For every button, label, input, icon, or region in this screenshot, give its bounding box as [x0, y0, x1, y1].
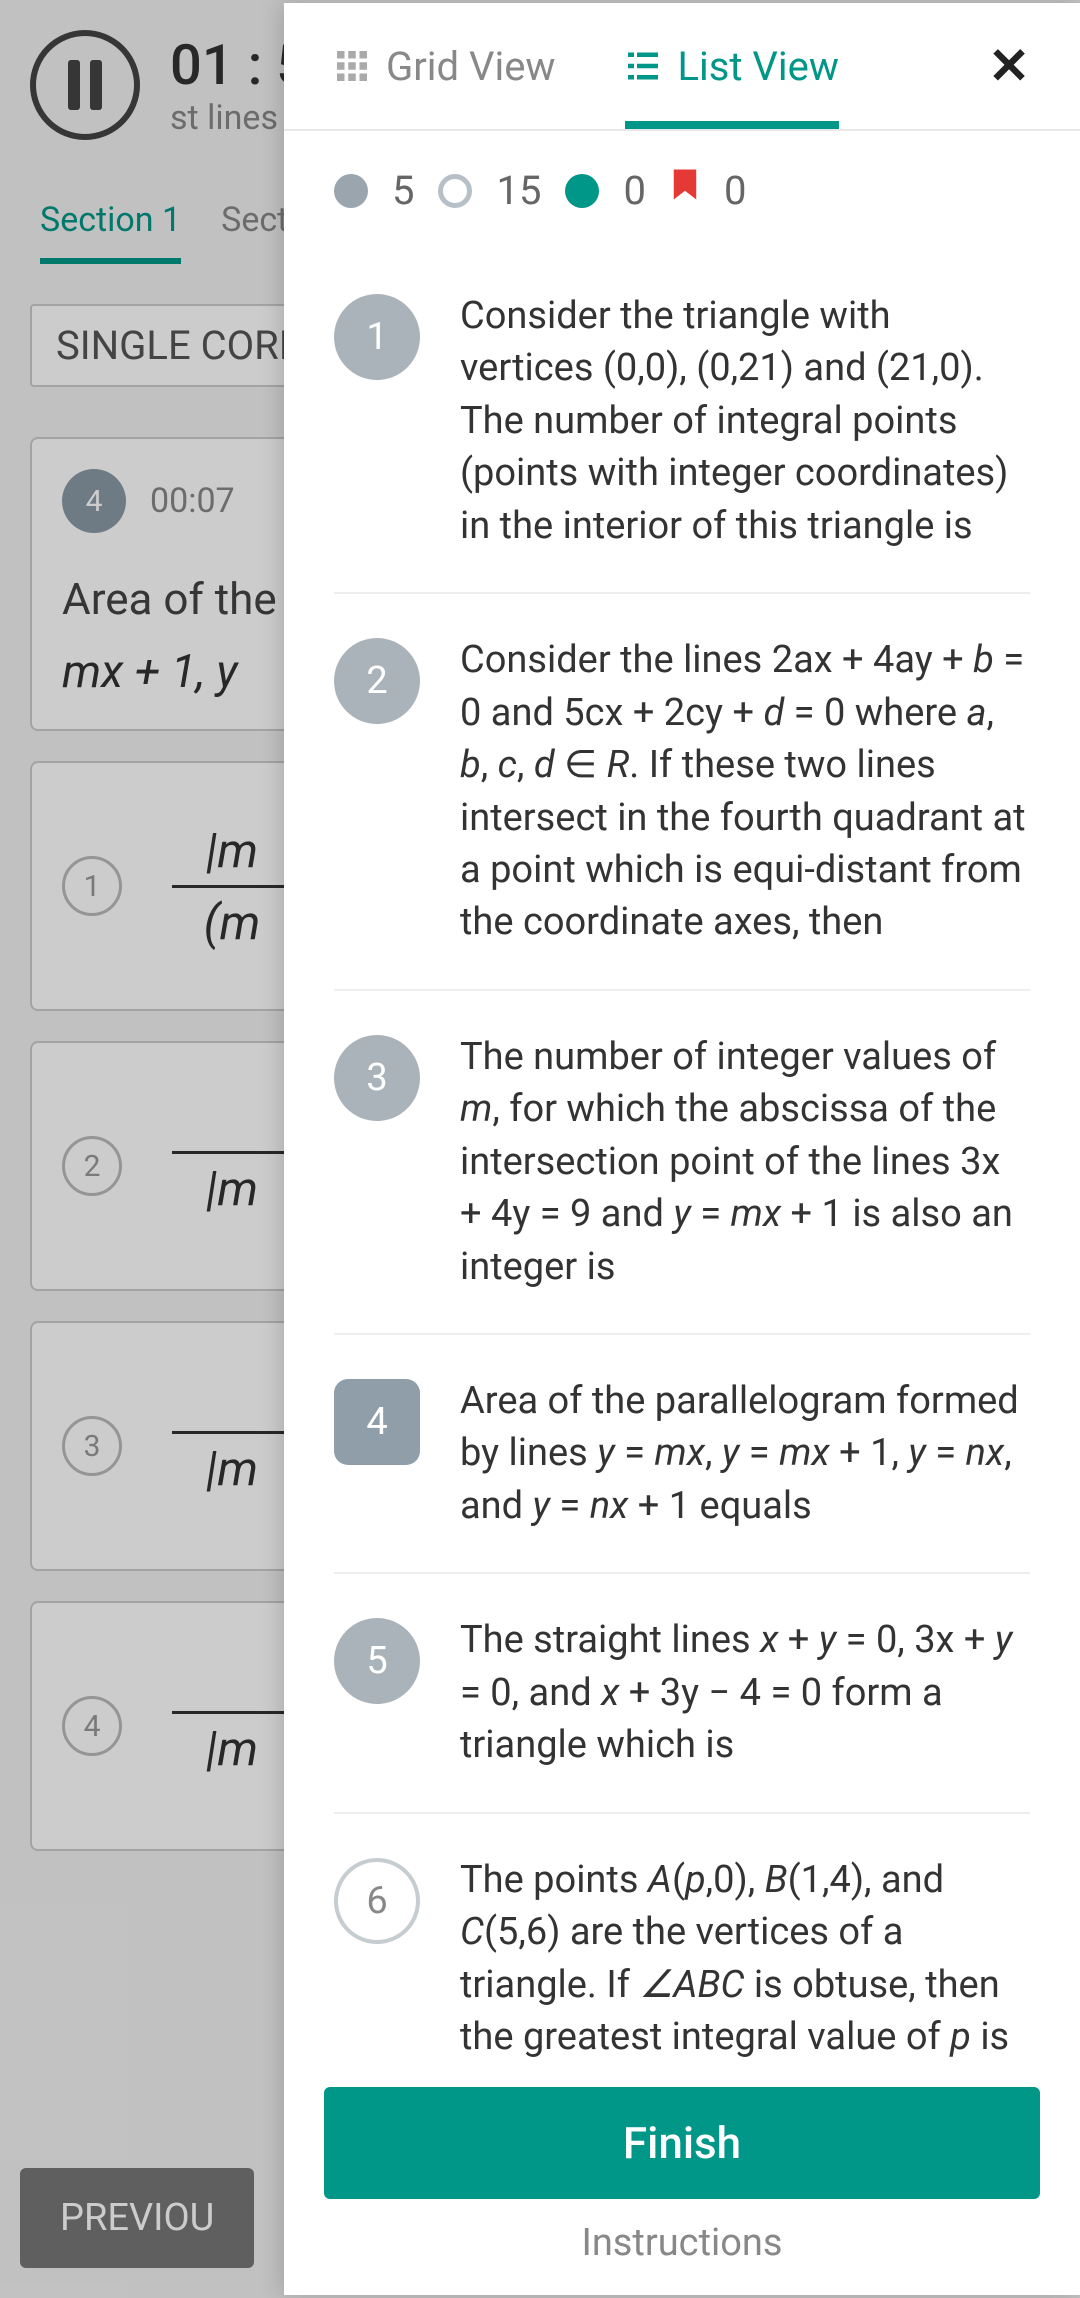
- tab-list-view[interactable]: List View: [625, 3, 838, 129]
- unanswered-dot-icon: [438, 174, 472, 208]
- answered-dot-icon: [334, 174, 368, 208]
- question-preview-text: Consider the lines 2ax + 4ay + b = 0 and…: [460, 634, 1030, 949]
- question-preview-text: The number of integer values of m, for w…: [460, 1031, 1030, 1293]
- list-item[interactable]: 4 Area of the parallelogram formed by lin…: [334, 1335, 1030, 1574]
- question-preview-text: The points A(p,0), B(1,4), and C(5,6) ar…: [460, 1854, 1030, 2061]
- finish-button[interactable]: Finish: [324, 2087, 1040, 2199]
- list-item[interactable]: 1 Consider the triangle with vertices (0,…: [334, 250, 1030, 594]
- question-number-badge: 4: [334, 1379, 420, 1465]
- panel-footer: Finish Instructions: [284, 2061, 1080, 2295]
- question-number-badge: 3: [334, 1035, 420, 1121]
- list-item[interactable]: 2 Consider the lines 2ax + 4ay + b = 0 an…: [334, 594, 1030, 991]
- list-item[interactable]: 3 The number of integer values of m, for …: [334, 991, 1030, 1335]
- question-number-badge: 1: [334, 294, 420, 380]
- list-icon: [625, 48, 661, 84]
- unanswered-count: 15: [496, 167, 541, 214]
- list-view-label: List View: [677, 43, 838, 90]
- flag-icon: [670, 169, 700, 213]
- question-number-badge: 6: [334, 1858, 420, 1944]
- marked-count: 0: [623, 167, 645, 214]
- flagged-count: 0: [724, 167, 746, 214]
- question-number-badge: 5: [334, 1618, 420, 1704]
- tab-grid-view[interactable]: Grid View: [334, 3, 555, 129]
- question-preview-text: Area of the parallelogram formed by line…: [460, 1375, 1030, 1532]
- question-list[interactable]: 1 Consider the triangle with vertices (0,…: [284, 250, 1080, 2061]
- close-icon[interactable]: ✕: [988, 37, 1030, 96]
- instructions-link[interactable]: Instructions: [324, 2221, 1040, 2265]
- question-preview-text: The straight lines x + y = 0, 3x + y = 0…: [460, 1614, 1030, 1771]
- list-item[interactable]: 5 The straight lines x + y = 0, 3x + y = …: [334, 1574, 1030, 1813]
- grid-view-label: Grid View: [386, 43, 555, 90]
- status-counts: 5 15 0 0: [284, 131, 1080, 250]
- panel-header: Grid View List View ✕: [284, 3, 1080, 131]
- marked-dot-icon: [565, 174, 599, 208]
- question-number-badge: 2: [334, 638, 420, 724]
- question-preview-text: Consider the triangle with vertices (0,0…: [460, 290, 1030, 552]
- list-item[interactable]: 6 The points A(p,0), B(1,4), and C(5,6) a…: [334, 1814, 1030, 2061]
- grid-icon: [334, 48, 370, 84]
- question-list-panel: Grid View List View ✕ 5 15 0 0 1 Consider…: [284, 3, 1080, 2295]
- answered-count: 5: [392, 167, 414, 214]
